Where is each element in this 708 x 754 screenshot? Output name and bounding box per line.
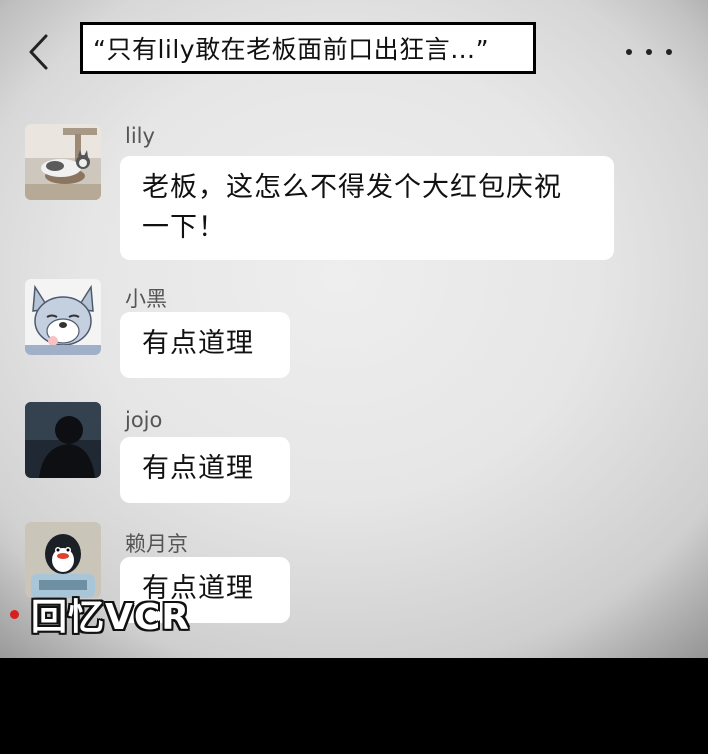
record-dot-icon <box>10 609 19 619</box>
more-horizontal-icon <box>666 49 672 55</box>
avatar[interactable] <box>25 402 101 478</box>
avatar[interactable] <box>25 124 101 200</box>
vcr-overlay: 回忆VCR <box>10 588 190 640</box>
message-bubble[interactable]: 老板，这怎么不得发个大红包庆祝 一下！ <box>120 156 614 260</box>
silhouette-avatar <box>25 402 101 478</box>
chat-title: “只有lily敢在老板面前口出狂言…” <box>80 22 536 74</box>
message-text: 一下！ <box>142 212 226 243</box>
cartoon-dog-avatar <box>25 279 101 355</box>
cat-photo-avatar <box>25 124 101 200</box>
back-button[interactable] <box>18 30 58 74</box>
vignette-overlay <box>0 0 708 658</box>
message-text: 有点道理 <box>142 453 254 484</box>
vcr-label: 回忆VCR <box>31 597 191 638</box>
bottom-black-bar <box>0 658 708 754</box>
message-bubble[interactable]: 有点道理 <box>120 312 290 378</box>
message-text: 老板，这怎么不得发个大红包庆祝 <box>142 172 562 203</box>
sender-name: 小黑 <box>125 287 167 311</box>
chat-screen: “只有lily敢在老板面前口出狂言…” lily 老板，这怎么不得发个大红包庆祝… <box>0 0 708 658</box>
more-options-button[interactable] <box>626 40 672 64</box>
avatar[interactable] <box>25 279 101 355</box>
avatar[interactable] <box>25 522 101 598</box>
message-bubble[interactable]: 有点道理 <box>120 437 290 503</box>
chevron-left-icon <box>29 34 48 70</box>
more-horizontal-icon <box>646 49 652 55</box>
sender-name: lily <box>125 124 155 148</box>
sender-name: jojo <box>125 408 163 432</box>
sender-name: 赖月京 <box>125 532 188 556</box>
message-text: 有点道理 <box>142 328 254 359</box>
more-horizontal-icon <box>626 49 632 55</box>
chat-title-text: “只有lily敢在老板面前口出狂言…” <box>93 35 490 64</box>
penguin-avatar <box>25 522 101 598</box>
